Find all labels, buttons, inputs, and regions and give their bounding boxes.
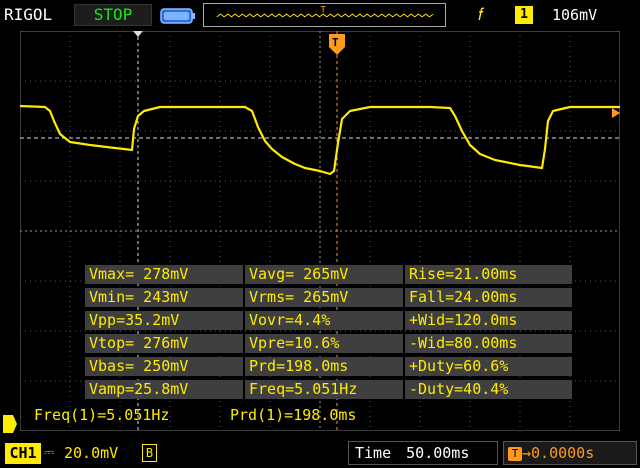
measurement-table: Vmax= 278mV Vavg= 265mV Rise=21.00ms Vmi… bbox=[85, 265, 572, 399]
timebase-panel[interactable]: Time 50.00ms bbox=[348, 441, 498, 465]
trigger-offset-panel[interactable]: T →0.0000s bbox=[503, 441, 637, 465]
timeline-trigger-marker: T bbox=[320, 4, 326, 15]
meas-vamp: Vamp=25.8mV bbox=[85, 380, 243, 399]
memory-timeline[interactable]: T bbox=[203, 3, 446, 27]
meas-nwid: -Wid=80.00ms bbox=[405, 334, 572, 353]
freq-readout: Freq(1)=5.051Hz bbox=[34, 406, 170, 424]
rising-edge-icon: 𝑓 bbox=[478, 5, 484, 25]
bandwidth-limit-badge: B bbox=[142, 444, 157, 462]
ch1-ground-marker[interactable] bbox=[3, 415, 17, 433]
brand-logo: RIGOL bbox=[4, 5, 53, 24]
period-readout: Prd(1)=198.0ms bbox=[230, 406, 357, 424]
meas-vpp: Vpp=35.2mV bbox=[85, 311, 243, 330]
meas-vbas: Vbas= 250mV bbox=[85, 357, 243, 376]
meas-fall: Fall=24.00ms bbox=[405, 288, 572, 307]
channel-1-label[interactable]: CH1 bbox=[5, 443, 41, 464]
meas-nduty: -Duty=40.4% bbox=[405, 380, 572, 399]
meas-vmin: Vmin= 243mV bbox=[85, 288, 243, 307]
meas-vovr: Vovr=4.4% bbox=[245, 311, 403, 330]
battery-icon bbox=[160, 8, 195, 24]
meas-rise: Rise=21.00ms bbox=[405, 265, 572, 284]
svg-text:T: T bbox=[332, 36, 339, 49]
meas-prd: Prd=198.0ms bbox=[245, 357, 403, 376]
meas-vtop: Vtop= 276mV bbox=[85, 334, 243, 353]
dc-coupling-icon: ⎓ bbox=[44, 445, 55, 460]
channel-1-scale[interactable]: 20.0mV bbox=[64, 443, 144, 464]
meas-pduty: +Duty=60.6% bbox=[405, 357, 572, 376]
meas-freq: Freq=5.051Hz bbox=[245, 380, 403, 399]
trigger-level: 106mV bbox=[552, 6, 598, 24]
run-stop-status[interactable]: STOP bbox=[74, 4, 152, 26]
trigger-offset-value: 0.0000s bbox=[531, 444, 595, 462]
timebase-label: Time bbox=[355, 444, 392, 462]
meas-pwid: +Wid=120.0ms bbox=[405, 311, 572, 330]
meas-vavg: Vavg= 265mV bbox=[245, 265, 403, 284]
meas-vrms: Vrms= 265mV bbox=[245, 288, 403, 307]
trigger-offset-icon: T bbox=[508, 446, 522, 461]
meas-vpre: Vpre=10.6% bbox=[245, 334, 403, 353]
timebase-scale: 50.00ms bbox=[406, 444, 470, 462]
trigger-offset-arrow: → bbox=[522, 444, 532, 462]
meas-vmax: Vmax= 278mV bbox=[85, 265, 243, 284]
trigger-source: 1 bbox=[515, 6, 533, 24]
